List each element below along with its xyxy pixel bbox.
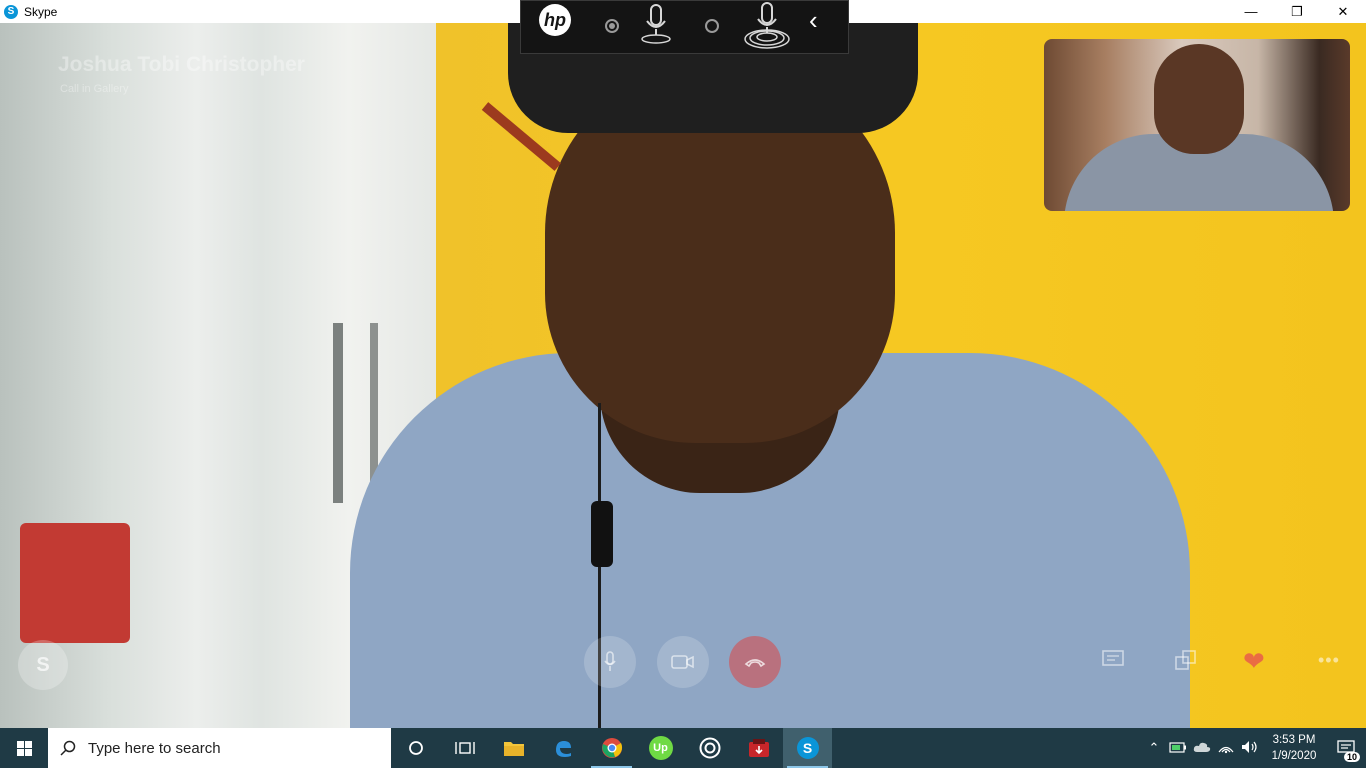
notification-count-badge: 10 xyxy=(1343,752,1360,762)
hp-mic-single-icon[interactable] xyxy=(639,3,673,52)
toggle-camera-button[interactable] xyxy=(657,636,709,688)
cloud-icon[interactable] xyxy=(1190,741,1214,756)
battery-icon[interactable] xyxy=(1166,741,1190,756)
end-call-icon xyxy=(744,659,766,668)
door-handle xyxy=(370,323,378,483)
hp-mode-radio-selected[interactable] xyxy=(605,19,619,33)
cortana-icon xyxy=(408,741,423,755)
obs-button[interactable] xyxy=(685,728,734,768)
more-options-button[interactable]: ••• xyxy=(1318,650,1340,671)
caller-name: Joshua Tobi Christopher xyxy=(58,53,305,76)
file-explorer-button[interactable] xyxy=(489,728,538,768)
edge-button[interactable] xyxy=(538,728,587,768)
taskbar-search-box[interactable]: Type here to search xyxy=(48,728,391,768)
skype-taskbar-button[interactable]: S xyxy=(783,728,832,768)
self-person-head xyxy=(1154,44,1244,154)
obs-icon xyxy=(699,737,720,759)
remote-video: Joshua Tobi Christopher Call in Gallery … xyxy=(0,23,1366,728)
mute-microphone-button[interactable] xyxy=(584,636,636,688)
earphone-clip xyxy=(591,501,613,567)
hp-collapse-chevron-icon[interactable]: ‹ xyxy=(809,5,818,36)
system-tray: ⌃ 3:53 PM 1/9/2020 10 xyxy=(1142,728,1366,768)
taskbar-clock[interactable]: 3:53 PM 1/9/2020 xyxy=(1262,732,1326,764)
search-icon xyxy=(60,740,76,756)
folder-icon xyxy=(503,742,524,756)
restore-button[interactable]: ❐ xyxy=(1274,0,1320,23)
reaction-button[interactable]: ❤ xyxy=(1243,646,1265,677)
task-view-button[interactable] xyxy=(440,728,489,768)
chrome-icon xyxy=(601,738,622,758)
windows-logo-icon xyxy=(16,740,32,756)
show-hidden-icons-chevron-icon[interactable]: ⌃ xyxy=(1142,740,1166,756)
minimize-button[interactable]: — xyxy=(1228,0,1274,23)
app-red-icon xyxy=(748,739,769,757)
hp-mode-radio[interactable] xyxy=(705,19,719,33)
upwork-icon: Up xyxy=(648,736,673,760)
search-placeholder: Type here to search xyxy=(88,739,221,757)
skype-icon: S xyxy=(796,737,819,759)
heart-icon: ❤ xyxy=(1243,646,1265,676)
start-button[interactable] xyxy=(0,728,48,768)
screen-share-button[interactable] xyxy=(1175,650,1197,676)
chat-button[interactable] xyxy=(1102,650,1124,676)
action-center-button[interactable]: 10 xyxy=(1326,728,1366,768)
upwork-button[interactable]: Up xyxy=(636,728,685,768)
clock-time: 3:53 PM xyxy=(1272,734,1316,746)
chat-icon xyxy=(1102,650,1124,666)
window-title: Skype xyxy=(24,4,58,19)
hp-logo: hp xyxy=(539,4,571,36)
camera-icon xyxy=(671,655,694,669)
clock-date: 1/9/2020 xyxy=(1271,750,1317,762)
call-controls: ❤ ••• xyxy=(0,636,1366,688)
red-sofa xyxy=(20,523,130,643)
chrome-button[interactable] xyxy=(587,728,636,768)
more-icon: ••• xyxy=(1318,650,1340,670)
hp-audio-toolbar: hp ‹ xyxy=(520,0,849,54)
edge-icon xyxy=(555,741,571,757)
volume-icon[interactable] xyxy=(1238,740,1262,757)
task-view-icon xyxy=(454,742,475,754)
screen-share-icon xyxy=(1175,650,1196,670)
microphone-icon xyxy=(604,651,616,671)
door-handle xyxy=(333,323,343,503)
close-button[interactable]: ✕ xyxy=(1320,0,1366,23)
red-app-button[interactable] xyxy=(734,728,783,768)
skype-app-icon: S xyxy=(4,4,18,19)
cortana-button[interactable] xyxy=(391,728,440,768)
end-call-button[interactable] xyxy=(729,636,781,688)
wifi-icon[interactable] xyxy=(1214,740,1238,757)
window-controls: — ❐ ✕ xyxy=(1228,0,1366,23)
self-view[interactable] xyxy=(1044,39,1350,211)
caller-status: Call in Gallery xyxy=(60,83,129,95)
hp-mic-multi-icon[interactable] xyxy=(743,1,791,54)
